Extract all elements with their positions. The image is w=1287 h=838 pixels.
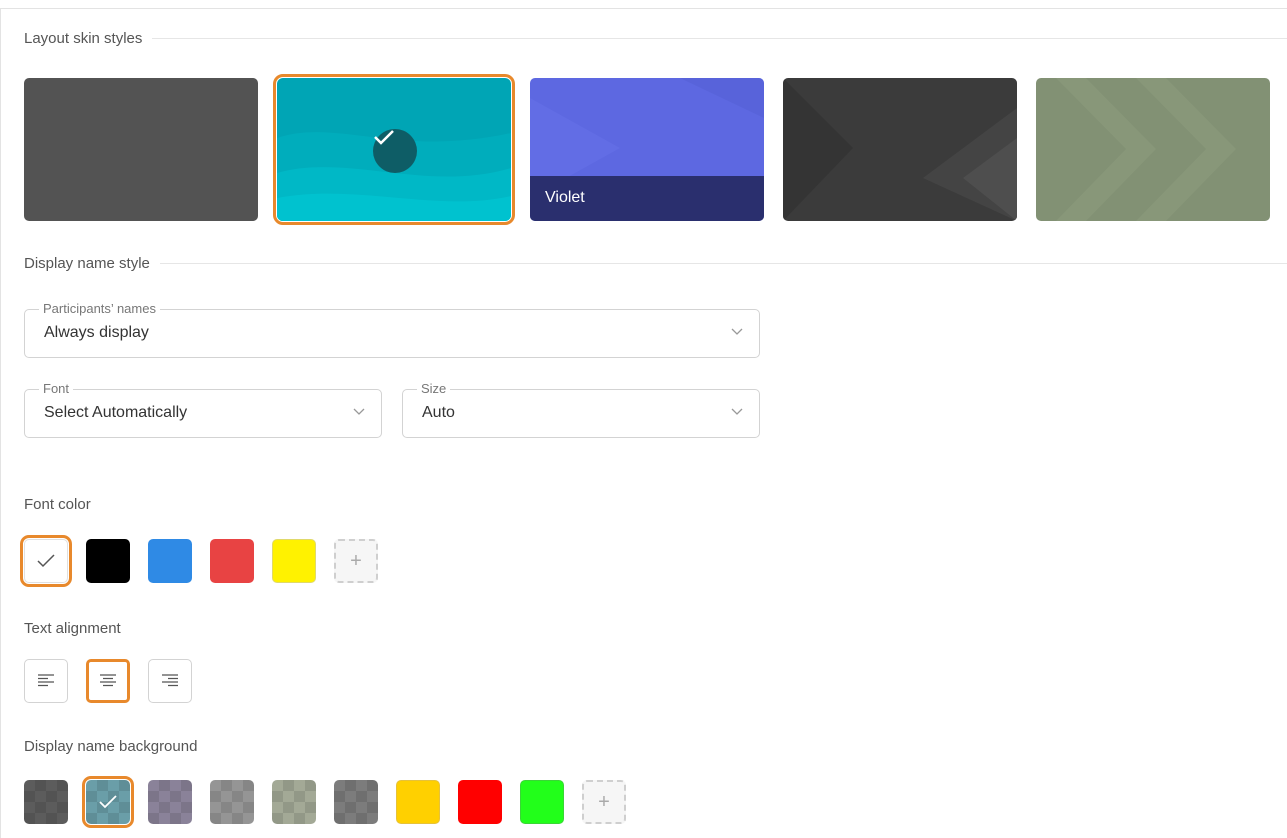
size-legend: Size <box>417 381 451 396</box>
font-value: Select Automatically <box>44 404 188 421</box>
skin-card-gray[interactable] <box>24 78 258 221</box>
text-alignment-label: Text alignment <box>24 620 121 637</box>
participants-names-legend: Participants’ names <box>39 301 160 316</box>
divider <box>152 38 1287 39</box>
background-color-gray[interactable] <box>210 780 254 824</box>
display-name-style-title: Display name style <box>24 255 150 272</box>
font-color-label: Font color <box>24 496 91 513</box>
display-name-background-label: Display name background <box>24 738 198 755</box>
display-name-style-header: Display name style <box>24 255 1287 272</box>
align-right-button[interactable] <box>148 659 192 703</box>
skin-card-dark[interactable] <box>783 78 1017 221</box>
participants-names-select[interactable]: Participants’ names Always display <box>24 301 760 358</box>
skin-card-violet[interactable]: Violet <box>530 78 764 221</box>
size-value: Auto <box>422 404 455 421</box>
background-color-mid-gray[interactable] <box>334 780 378 824</box>
font-color-red[interactable] <box>210 539 254 583</box>
text-alignment-buttons <box>24 659 210 703</box>
skin-list: Violet <box>24 74 1270 225</box>
background-color-green[interactable] <box>520 780 564 824</box>
add-font-color-button[interactable]: + <box>334 539 378 583</box>
background-color-teal[interactable] <box>82 776 134 828</box>
font-color-swatches: + <box>20 535 396 587</box>
align-left-icon <box>38 674 54 687</box>
chevron-down-icon <box>353 408 365 415</box>
font-color-white[interactable] <box>20 535 72 587</box>
skin-card-teal[interactable] <box>273 74 515 225</box>
background-color-red[interactable] <box>458 780 502 824</box>
font-legend: Font <box>39 381 74 396</box>
background-swatches: + <box>24 776 644 828</box>
selected-check-icon <box>373 129 417 173</box>
olive-chevrons <box>1056 78 1236 221</box>
skin-caption: Violet <box>530 176 764 221</box>
chevron-down-icon <box>731 408 743 415</box>
layout-skin-styles-header: Layout skin styles <box>24 30 1287 47</box>
dark-chevrons <box>783 78 1017 221</box>
font-select[interactable]: Font Select Automatically <box>24 381 382 438</box>
skin-card-olive[interactable] <box>1036 78 1270 221</box>
align-right-icon <box>162 674 178 687</box>
font-color-black[interactable] <box>86 539 130 583</box>
participants-names-value: Always display <box>44 324 149 341</box>
background-color-purple-gray[interactable] <box>148 780 192 824</box>
size-select[interactable]: Size Auto <box>402 381 760 438</box>
font-color-yellow[interactable] <box>272 539 316 583</box>
align-left-button[interactable] <box>24 659 68 703</box>
background-color-yellow[interactable] <box>396 780 440 824</box>
check-icon <box>99 795 117 809</box>
divider <box>159 263 1287 264</box>
layout-skin-styles-title: Layout skin styles <box>24 30 143 47</box>
chevron-down-icon <box>731 328 743 335</box>
align-center-icon <box>100 674 116 687</box>
check-icon <box>37 554 55 568</box>
align-center-button[interactable] <box>86 659 130 703</box>
font-color-blue[interactable] <box>148 539 192 583</box>
settings-panel: Layout skin styles Violet Display name s… <box>0 8 1287 838</box>
background-color-sage[interactable] <box>272 780 316 824</box>
background-color-dark-gray[interactable] <box>24 780 68 824</box>
add-background-color-button[interactable]: + <box>582 780 626 824</box>
